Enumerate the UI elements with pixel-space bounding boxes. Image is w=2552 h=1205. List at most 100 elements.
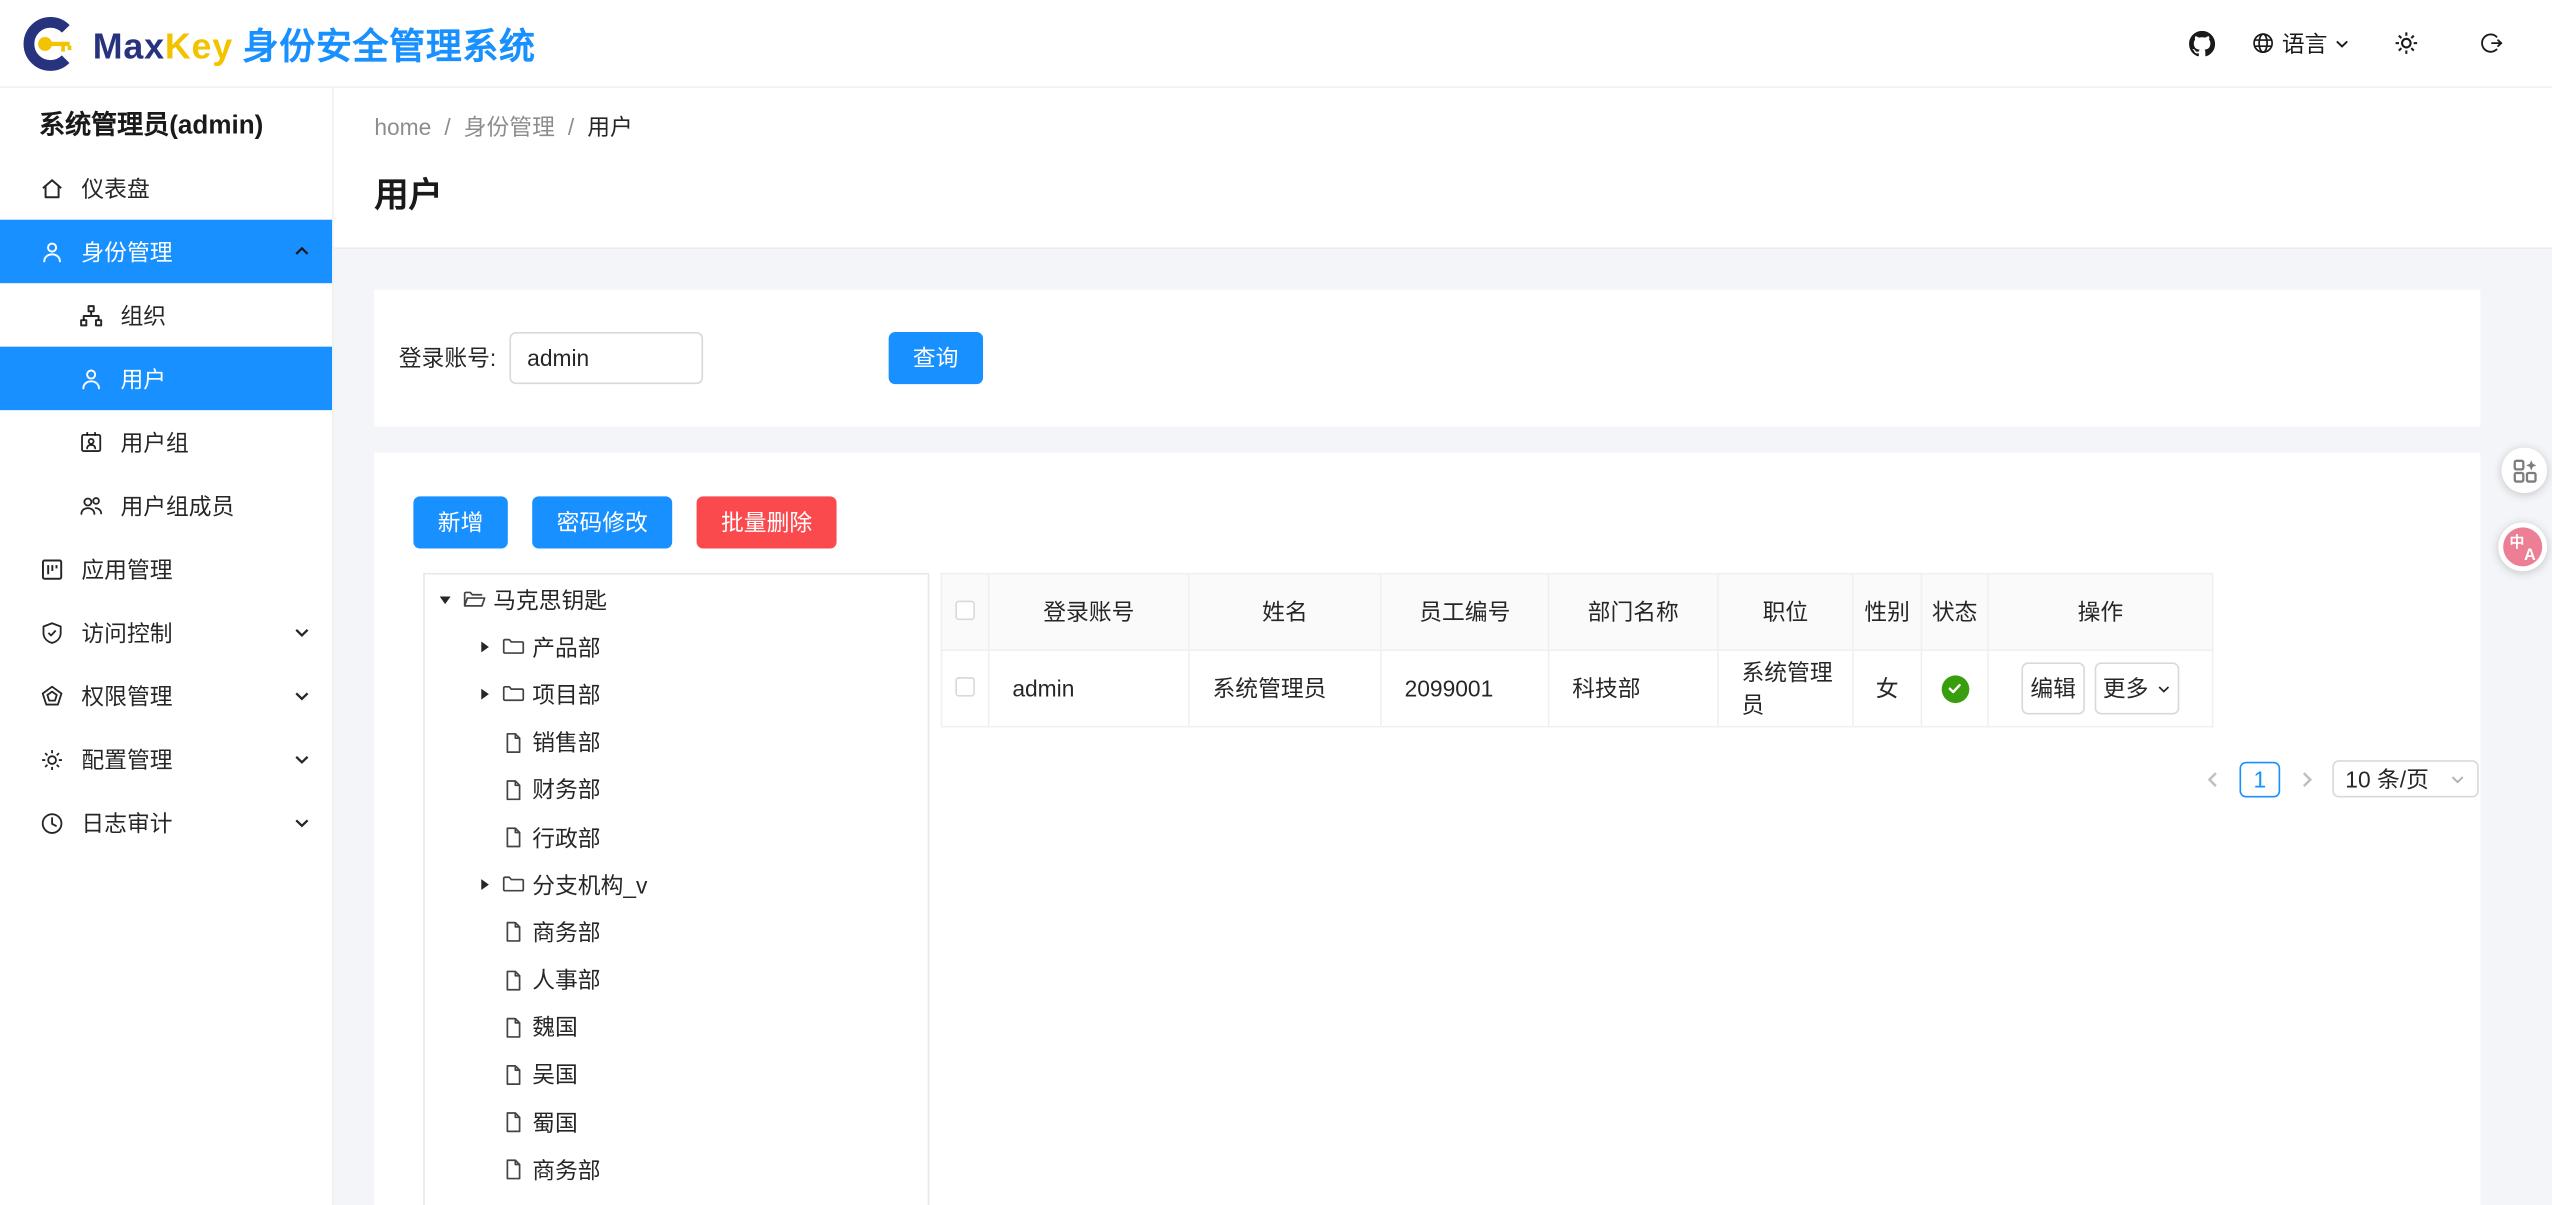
cell-gender: 女 <box>1853 650 1921 726</box>
tree-node[interactable]: 项目部 <box>431 671 927 719</box>
sidebar-item-dashboard[interactable]: 仪表盘 <box>0 156 332 219</box>
add-button[interactable]: 新增 <box>413 496 507 548</box>
chevron-down-icon <box>293 623 311 641</box>
pentagon-icon <box>39 683 65 709</box>
file-icon <box>501 778 525 802</box>
tree-node-label: 产品部 <box>532 631 600 664</box>
pagination-prev-icon[interactable] <box>2204 769 2224 789</box>
tree-node-label: 项目部 <box>532 679 600 712</box>
caret-right-icon[interactable] <box>470 640 496 655</box>
sidebar-item-application-management[interactable]: 应用管理 <box>0 537 332 600</box>
tree-node[interactable]: 商务部 <box>431 1146 927 1194</box>
brand-logo[interactable]: MaxKey身份安全管理系统 <box>23 15 536 70</box>
header-employee-no: 员工编号 <box>1381 574 1549 650</box>
tree-node-label: 行政部 <box>532 821 600 854</box>
folder-open-icon <box>462 588 486 612</box>
breadcrumb: home / 身份管理 / 用户 <box>374 109 2552 145</box>
sidebar-item-access-control[interactable]: 访问控制 <box>0 601 332 664</box>
language-switcher[interactable]: 语言 <box>2251 27 2350 60</box>
more-button[interactable]: 更多 <box>2095 662 2180 714</box>
tree-node-label: 蜀国 <box>532 1106 578 1139</box>
sidebar-item-label: 仪表盘 <box>81 172 149 205</box>
gear-icon <box>39 746 65 772</box>
extension-apps-button[interactable] <box>2502 448 2548 494</box>
tree-node-label: 分支机构_v <box>532 869 647 902</box>
tree-node[interactable]: 魏国 <box>431 1004 927 1052</box>
pagination-next-icon[interactable] <box>2296 769 2316 789</box>
header-position: 职位 <box>1718 574 1853 650</box>
caret-down-icon[interactable] <box>431 593 457 608</box>
toolbar: 新增 密码修改 批量删除 <box>413 496 2441 548</box>
header-login-account: 登录账号 <box>989 574 1189 650</box>
tree-node[interactable]: 产品部 <box>431 624 927 672</box>
login-account-label: 登录账号: <box>399 342 496 375</box>
tree-node[interactable]: 商务部 <box>431 909 927 957</box>
login-account-input[interactable] <box>509 332 703 384</box>
chevron-down-icon <box>2449 771 2465 787</box>
tree-node-label: 华东区 <box>532 1201 600 1205</box>
query-button[interactable]: 查询 <box>888 332 982 384</box>
sidebar-item-label: 身份管理 <box>81 235 172 268</box>
file-icon <box>501 1158 525 1182</box>
edit-button[interactable]: 编辑 <box>2021 662 2084 714</box>
pagination: 1 10 条/页 <box>941 760 2479 797</box>
tree-node[interactable]: 华东区 <box>431 1194 927 1205</box>
tree-node[interactable]: 分支机构_v <box>431 861 927 909</box>
globe-icon <box>2251 31 2275 55</box>
tree-node-label: 马克思钥匙 <box>493 584 607 617</box>
sidebar-item-user-groups[interactable]: 用户组 <box>0 410 332 473</box>
sidebar-item-users[interactable]: 用户 <box>0 347 332 410</box>
sidebar-item-label: 组织 <box>120 299 166 332</box>
select-all-checkbox[interactable] <box>955 601 975 621</box>
tree-node[interactable]: 吴国 <box>431 1051 927 1099</box>
more-button-label: 更多 <box>2103 672 2149 705</box>
change-password-button[interactable]: 密码修改 <box>532 496 672 548</box>
tree-node-root[interactable]: 马克思钥匙 <box>431 576 927 624</box>
status-active-icon <box>1941 675 1969 703</box>
contacts-icon <box>78 429 104 455</box>
caret-right-icon[interactable] <box>470 688 496 703</box>
github-icon[interactable] <box>2189 30 2215 56</box>
sidebar-item-user-group-members[interactable]: 用户组成员 <box>0 474 332 537</box>
sidebar-item-permission-management[interactable]: 权限管理 <box>0 664 332 727</box>
row-checkbox[interactable] <box>955 677 975 697</box>
caret-right-icon[interactable] <box>470 878 496 893</box>
settings-icon[interactable] <box>2392 29 2420 57</box>
pagination-page-1[interactable]: 1 <box>2240 761 2281 797</box>
tree-node[interactable]: 销售部 <box>431 719 927 767</box>
brand-max: Max <box>93 25 165 66</box>
tree-node[interactable]: 行政部 <box>431 814 927 862</box>
header-department: 部门名称 <box>1549 574 1718 650</box>
user-list-panel: 新增 密码修改 批量删除 马克思钥匙 <box>374 452 2480 1205</box>
sidebar-item-organization[interactable]: 组织 <box>0 283 332 346</box>
translate-icon: 中 A <box>2503 527 2542 566</box>
tree-node[interactable]: 人事部 <box>431 956 927 1004</box>
breadcrumb-home[interactable]: home <box>374 109 431 145</box>
org-cluster-icon <box>78 302 104 328</box>
maxkey-logo-icon <box>23 15 78 70</box>
translate-button[interactable]: 中 A <box>2498 522 2547 571</box>
file-icon <box>501 1110 525 1134</box>
tree-node[interactable]: 蜀国 <box>431 1099 927 1147</box>
chevron-down-icon <box>2334 35 2350 51</box>
chevron-down-icon <box>2157 681 2172 696</box>
breadcrumb-separator: / <box>568 109 574 145</box>
tree-node-label: 商务部 <box>532 916 600 949</box>
tree-node-label: 魏国 <box>532 1011 578 1044</box>
grid-sparkle-icon <box>2512 458 2536 482</box>
sidebar-item-configuration-management[interactable]: 配置管理 <box>0 728 332 791</box>
folder-icon <box>501 635 525 659</box>
logout-icon[interactable] <box>2479 31 2503 55</box>
sidebar-item-identity-management[interactable]: 身份管理 <box>0 220 332 283</box>
cell-name: 系统管理员 <box>1189 650 1381 726</box>
top-bar: MaxKey身份安全管理系统 语言 <box>0 0 2552 88</box>
header-status: 状态 <box>1921 574 1988 650</box>
cell-department: 科技部 <box>1549 650 1718 726</box>
breadcrumb-identity-management[interactable]: 身份管理 <box>464 109 555 145</box>
users-table: 登录账号 姓名 员工编号 部门名称 职位 性别 状态 操作 <box>941 573 2214 728</box>
batch-delete-button[interactable]: 批量删除 <box>697 496 837 548</box>
tree-node[interactable]: 财务部 <box>431 766 927 814</box>
header-name: 姓名 <box>1189 574 1381 650</box>
page-size-select[interactable]: 10 条/页 <box>2332 760 2478 797</box>
sidebar-item-log-audit[interactable]: 日志审计 <box>0 791 332 854</box>
